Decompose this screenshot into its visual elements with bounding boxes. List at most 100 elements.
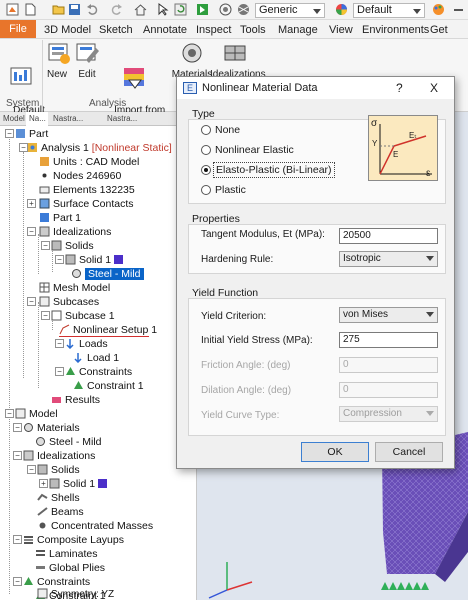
tab-tools[interactable]: Tools [240,23,266,37]
radio-none[interactable] [201,125,211,135]
tree-mesh-model[interactable]: Mesh Model [39,281,110,295]
collapse-idealizations[interactable]: − [27,227,36,236]
tree-part1[interactable]: Part 1 [39,211,81,225]
collapse-subcase1[interactable]: − [41,311,50,320]
tab-environments[interactable]: Environments [362,23,429,37]
radio-elasto-plastic-label[interactable]: Elasto-Plastic (Bi-Linear) [213,162,335,178]
color-wheel-icon[interactable] [335,3,348,16]
cancel-button[interactable]: Cancel [375,442,443,462]
tree-global-plies[interactable]: Global Plies [35,561,105,575]
tree-idealizations[interactable]: Idealizations [39,225,111,239]
tab-nastran-3[interactable]: Nastra... [104,112,154,126]
close-button[interactable]: X [430,77,438,99]
tab-sketch[interactable]: Sketch [99,23,133,37]
tree-model[interactable]: Model [15,407,58,421]
tree-beams[interactable]: Beams [37,505,84,519]
radio-none-label[interactable]: None [215,124,240,136]
color-palette-icon[interactable] [432,3,445,16]
tree-subcases[interactable]: Subcases [39,295,99,309]
tree-composite[interactable]: Composite Layups [23,533,124,547]
tab-annotate[interactable]: Annotate [143,23,187,37]
tree-conc-masses[interactable]: Concentrated Masses [37,519,153,533]
yield-curve-type-select[interactable]: Compression [339,406,438,422]
collapse-part[interactable]: − [5,129,14,138]
tab-inspect[interactable]: Inspect [196,23,231,37]
tree-model-solids[interactable]: Solids [37,463,80,477]
tree-model-constraints[interactable]: Constraints [23,575,90,589]
expand-surface-contacts[interactable]: + [27,199,36,208]
expand-model-solid1[interactable]: + [39,479,48,488]
dilation-angle-input[interactable]: 0 [339,382,438,398]
tree-loads[interactable]: Loads [65,337,108,351]
tab-view[interactable]: View [329,23,353,37]
tree-units[interactable]: Units : CAD Model [39,155,139,169]
tree-materials[interactable]: Materials [23,421,80,435]
tab-manage[interactable]: Manage [278,23,318,37]
collapse-model-solids[interactable]: − [27,465,36,474]
tree-subcase1[interactable]: Subcase 1 [51,309,115,323]
home-icon[interactable] [134,3,147,16]
new-button[interactable]: New [45,42,70,81]
friction-angle-input[interactable]: 0 [339,357,438,373]
tree-solids[interactable]: Solids [51,239,94,253]
tree-solid1[interactable]: Solid 1 [65,253,124,267]
tab-nastran-active[interactable]: Na... [26,112,48,126]
open-folder-icon[interactable] [52,3,65,16]
tree-analysis[interactable]: Analysis 1 [Nonlinear Static] [27,141,172,155]
select-icon[interactable] [196,3,209,16]
save-icon[interactable] [68,3,81,16]
tree-elements[interactable]: Elements 132235 [39,183,135,197]
tree-constraints[interactable]: Constraints [65,365,132,379]
undo-icon[interactable] [86,3,99,16]
collapse-subcases[interactable]: − [27,297,36,306]
tree-load1[interactable]: Load 1 [73,351,119,365]
tangent-modulus-input[interactable]: 20500 [339,228,438,244]
tab-model[interactable]: Model [0,112,25,126]
collapse-constraints[interactable]: − [55,367,64,376]
ok-button[interactable]: OK [301,442,369,462]
tree-results[interactable]: Results [51,393,100,407]
radio-elasto-plastic[interactable] [201,165,211,175]
edit-button[interactable]: Edit [74,42,100,81]
tree-nodes[interactable]: Nodes 246960 [39,169,121,183]
collapse-model[interactable]: − [5,409,14,418]
collapse-model-idealizations[interactable]: − [13,451,22,460]
pointer-icon[interactable] [156,3,169,16]
update-icon[interactable] [174,3,187,16]
tree-nonlinear-setup[interactable]: Nonlinear Setup 1 [59,323,157,337]
tab-nastran-2[interactable]: Nastra... [50,112,100,126]
tree-laminates[interactable]: Laminates [35,547,97,561]
tree-model-solid1[interactable]: Solid 1 [49,477,108,491]
collapse-solids[interactable]: − [41,241,50,250]
tab-3d-model[interactable]: 3D Model [44,23,91,37]
tree-model-steel[interactable]: Steel - Mild [35,435,102,449]
collapse-composite[interactable]: − [13,535,22,544]
radio-nonlinear-elastic[interactable] [201,145,211,155]
initial-yield-stress-input[interactable]: 275 [339,332,438,348]
tab-file[interactable]: File [0,20,36,38]
collapse-solid1[interactable]: − [55,255,64,264]
radio-plastic-label[interactable]: Plastic [215,184,246,196]
radio-plastic[interactable] [201,185,211,195]
tree-shells[interactable]: Shells [37,491,80,505]
tree-surface-contacts[interactable]: Surface Contacts [39,197,134,211]
app-icon[interactable] [6,3,19,16]
tree-steel-mild-selected[interactable]: Steel - Mild [71,267,144,281]
workspace-dropdown[interactable]: Generic [255,3,325,18]
collapse-model-constraints[interactable]: − [13,577,22,586]
collapse-loads[interactable]: − [55,339,64,348]
tree-part[interactable]: Part [15,127,48,141]
tree-constraint1[interactable]: Constraint 1 [73,379,144,393]
redo-icon[interactable] [110,3,123,16]
radio-nonlinear-elastic-label[interactable]: Nonlinear Elastic [215,144,294,156]
style-dropdown[interactable]: Default [353,3,425,18]
appearance-icon[interactable] [237,3,250,16]
tree-model-idealizations[interactable]: Idealizations [23,449,95,463]
help-button[interactable]: ? [396,77,403,99]
collapse-materials[interactable]: − [13,423,22,432]
new-file-icon[interactable] [24,3,37,16]
material-icon[interactable] [219,3,232,16]
minus-icon[interactable] [452,3,465,16]
yield-criterion-select[interactable]: von Mises [339,307,438,323]
hardening-rule-select[interactable]: Isotropic [339,251,438,267]
